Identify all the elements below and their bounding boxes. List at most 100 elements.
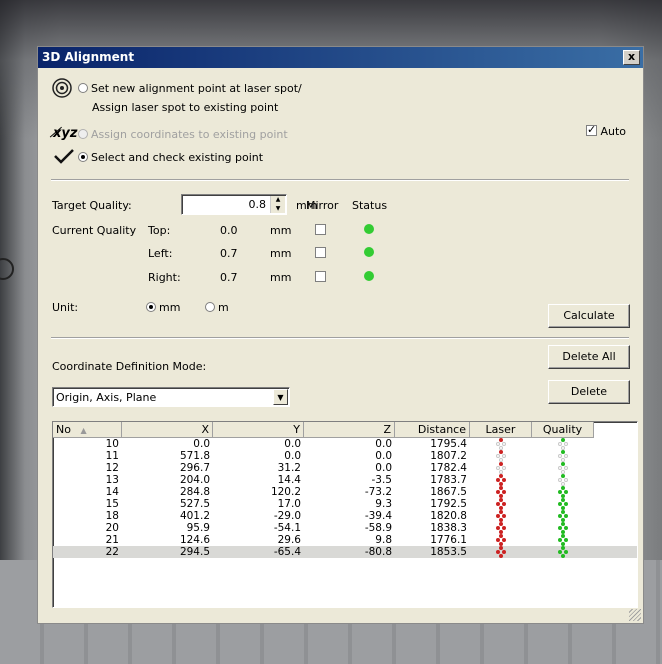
chevron-down-icon[interactable]: ▼ <box>273 389 288 405</box>
table-cell-quality <box>532 522 594 534</box>
title-bar[interactable]: 3D Alignment x <box>38 47 643 68</box>
table-row[interactable]: 22 294.5 -65.4 -80.8 1853.5 <box>53 546 637 558</box>
spin-down-icon[interactable]: ▼ <box>271 205 285 214</box>
table-header: No ▲ X Y Z Distance Laser Quality <box>53 422 637 438</box>
table-row[interactable]: 18 401.2 -29.0 -39.4 1820.8 <box>53 510 637 522</box>
table-cell-x: 571.8 <box>179 450 210 462</box>
table-cell-quality <box>532 474 594 486</box>
status-led-icon <box>364 247 374 260</box>
laser-status-icon <box>495 546 507 558</box>
unit-label: Unit: <box>52 301 79 314</box>
calculate-button[interactable]: Calculate <box>548 304 630 328</box>
column-header-y[interactable]: Y <box>213 422 304 438</box>
quality-row-label: Top: <box>148 224 171 237</box>
column-header-x[interactable]: X <box>122 422 213 438</box>
table-cell-x: 0.0 <box>193 438 210 450</box>
quality-status-icon <box>557 450 569 462</box>
table-row[interactable]: 12 296.7 31.2 0.0 1782.4 <box>53 462 637 474</box>
unit-mm-option[interactable]: mm <box>146 301 180 314</box>
mode-assign-coords-option: Assign coordinates to existing point <box>78 128 288 141</box>
table-row[interactable]: 10 0.0 0.0 0.0 1795.4 <box>53 438 637 450</box>
mode-select-check-option[interactable]: Select and check existing point <box>78 151 263 164</box>
table-row[interactable]: 11 571.8 0.0 0.0 1807.2 <box>53 450 637 462</box>
resize-grip-icon[interactable] <box>629 609 641 621</box>
quality-row-label: Left: <box>148 247 173 260</box>
table-row[interactable]: 20 95.9 -54.1 -58.9 1838.3 <box>53 522 637 534</box>
quality-row-unit: mm <box>270 224 292 237</box>
table-row[interactable]: 14 284.8 120.2 -73.2 1867.5 <box>53 486 637 498</box>
column-header-no[interactable]: No ▲ <box>53 422 122 438</box>
target-quality-stepper[interactable]: 0.8 ▲ ▼ <box>181 194 287 215</box>
table-row[interactable]: 15 527.5 17.0 9.3 1792.5 <box>53 498 637 510</box>
laser-status-icon <box>495 522 507 534</box>
target-icon <box>51 77 73 102</box>
table-cell-z: 0.0 <box>375 438 392 450</box>
quality-status-icon <box>557 474 569 486</box>
table-cell-quality <box>532 498 594 510</box>
table-row[interactable]: 21 124.6 29.6 9.8 1776.1 <box>53 534 637 546</box>
table-cell-distance: 1867.5 <box>430 486 467 498</box>
coord-mode-value: Origin, Axis, Plane <box>56 391 157 404</box>
table-cell-no: 10 <box>105 438 119 450</box>
quality-status-icon <box>557 486 569 498</box>
column-header-quality[interactable]: Quality <box>532 422 594 438</box>
table-cell-laser <box>470 498 532 510</box>
unit-mm-radio[interactable] <box>146 302 156 312</box>
unit-m-option[interactable]: m <box>205 301 229 314</box>
table-cell-laser <box>470 534 532 546</box>
table-cell-laser <box>470 522 532 534</box>
quality-row-label: Right: <box>148 271 181 284</box>
delete-all-button[interactable]: Delete All <box>548 345 630 369</box>
status-header: Status <box>352 199 388 212</box>
close-button[interactable]: x <box>623 50 640 65</box>
table-cell-x: 204.0 <box>179 474 210 486</box>
delete-button[interactable]: Delete <box>548 380 630 404</box>
quality-row-unit: mm <box>270 271 292 284</box>
mode-set-new-radio[interactable] <box>78 83 88 93</box>
checkmark-icon <box>53 148 75 167</box>
mirror-checkbox[interactable] <box>315 224 326 237</box>
table-cell-quality <box>532 438 594 450</box>
table-cell-distance: 1776.1 <box>430 534 467 546</box>
mode-select-check-radio[interactable] <box>78 152 88 162</box>
table-cell-laser <box>470 486 532 498</box>
table-cell-no: 21 <box>105 534 119 546</box>
mode-set-new-option[interactable]: Set new alignment point at laser spot/ <box>78 82 302 95</box>
table-cell-x: 401.2 <box>179 510 210 522</box>
table-cell-laser <box>470 546 532 558</box>
current-quality-label: Current Quality <box>52 224 137 237</box>
window-title: 3D Alignment <box>42 50 135 64</box>
column-header-z[interactable]: Z <box>304 422 395 438</box>
table-cell-laser <box>470 462 532 474</box>
separator <box>51 337 629 339</box>
table-cell-no: 22 <box>105 546 119 558</box>
points-table[interactable]: No ▲ X Y Z Distance Laser Quality 10 0.0 0… <box>52 421 638 608</box>
laser-status-icon <box>495 450 507 462</box>
coord-mode-select[interactable]: Origin, Axis, Plane ▼ <box>52 387 290 407</box>
column-header-laser[interactable]: Laser <box>470 422 532 438</box>
spin-up-icon[interactable]: ▲ <box>271 196 285 205</box>
auto-checkbox-group[interactable]: Auto <box>586 123 626 138</box>
table-row[interactable]: 13 204.0 14.4 -3.5 1783.7 <box>53 474 637 486</box>
table-cell-no: 11 <box>105 450 119 462</box>
table-cell-y: 14.4 <box>277 474 301 486</box>
table-cell-quality <box>532 510 594 522</box>
table-cell-y: 0.0 <box>284 438 301 450</box>
table-cell-x: 294.5 <box>179 546 210 558</box>
laser-status-icon <box>495 486 507 498</box>
table-cell-no: 14 <box>105 486 119 498</box>
table-cell-z: -73.2 <box>364 486 392 498</box>
unit-m-radio[interactable] <box>205 302 215 312</box>
quality-status-icon <box>557 498 569 510</box>
table-body: 10 0.0 0.0 0.0 1795.4 11 571.8 0.0 0.0 1807.2 12 29… <box>53 438 637 558</box>
mirror-checkbox[interactable] <box>315 247 326 260</box>
mirror-checkbox[interactable] <box>315 271 326 284</box>
table-cell-laser <box>470 510 532 522</box>
unit-mm-label: mm <box>159 301 181 314</box>
table-cell-x: 527.5 <box>179 498 210 510</box>
auto-checkbox[interactable] <box>586 123 597 136</box>
spin-buttons[interactable]: ▲ ▼ <box>270 196 285 213</box>
column-header-distance[interactable]: Distance <box>395 422 470 438</box>
laser-status-icon <box>495 438 507 450</box>
quality-row-value: 0.7 <box>220 271 238 284</box>
